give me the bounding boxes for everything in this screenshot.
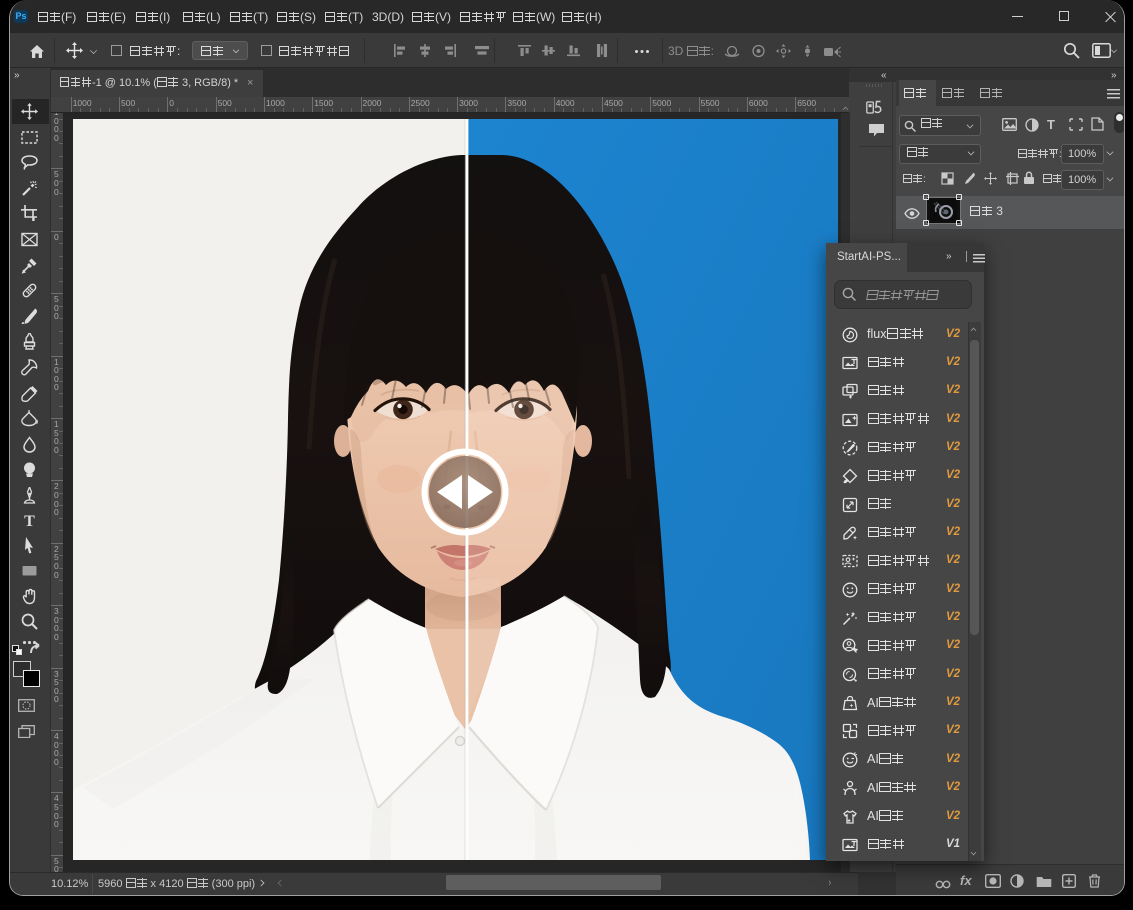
svg-text:T: T bbox=[24, 513, 35, 529]
